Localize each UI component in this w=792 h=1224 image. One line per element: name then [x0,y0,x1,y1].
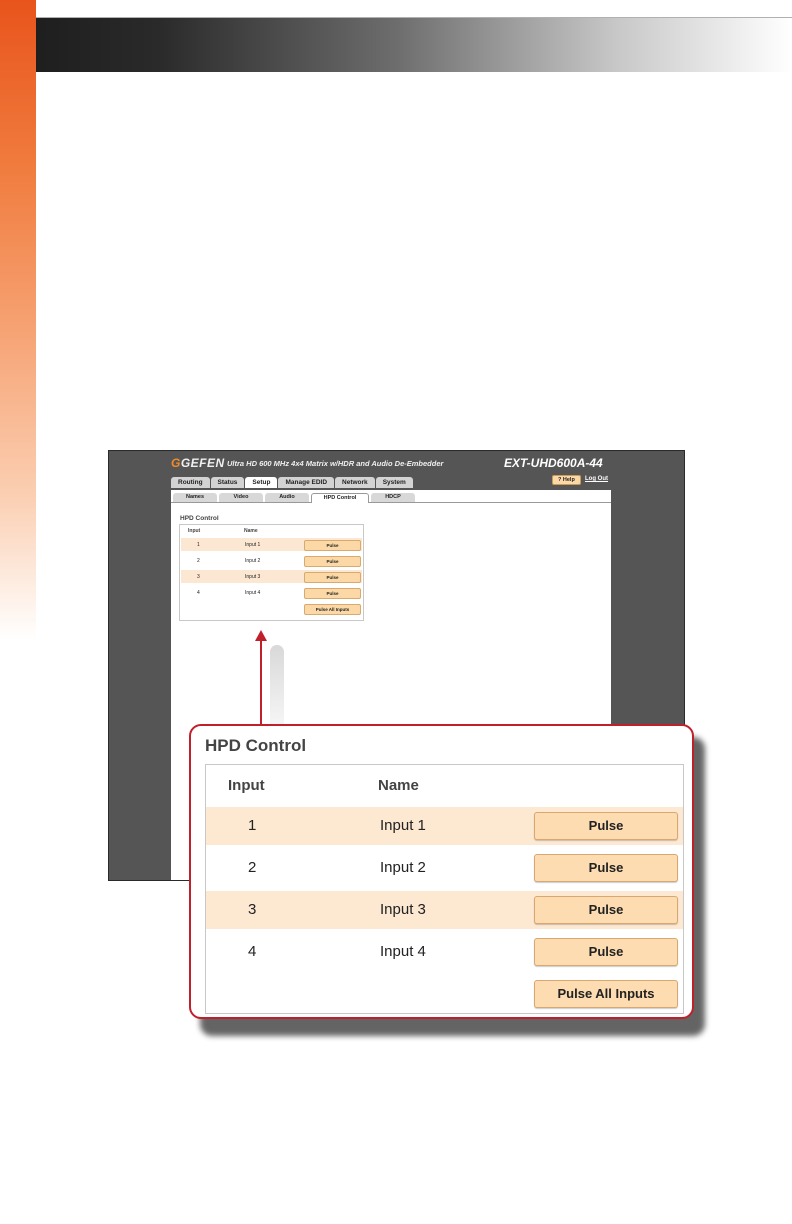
tab-system[interactable]: System [375,477,413,488]
tab-network[interactable]: Network [335,477,375,488]
pulse-all-button[interactable]: Pulse All Inputs [534,980,678,1008]
input-number: 1 [197,542,200,548]
input-name: Input 3 [380,901,426,918]
input-number: 4 [197,590,200,596]
column-header-input: Input [188,528,201,534]
input-name: Input 4 [380,943,426,960]
product-subtitle: Ultra HD 600 MHz 4x4 Matrix w/HDR and Au… [227,459,444,468]
pointer-arrow-head [255,630,267,641]
logo-mark: G [171,456,181,470]
input-name: Input 4 [245,590,261,596]
gefen-logo: GGEFEN [171,456,225,470]
page-header-band [0,18,792,72]
logout-link[interactable]: Log Out [585,476,608,482]
pulse-button[interactable]: Pulse [534,854,678,882]
column-header-name: Name [244,528,258,534]
input-name: Input 1 [380,817,426,834]
table-row: 4 Input 4 Pulse [181,586,362,599]
pulse-button[interactable]: Pulse [534,896,678,924]
input-number: 3 [197,574,200,580]
input-number: 2 [197,558,200,564]
input-name: Input 2 [380,859,426,876]
tab-status[interactable]: Status [210,477,245,488]
hpd-control-table-small: Input Name 1 Input 1 Pulse 2 Input 2 Pul… [179,524,364,621]
subtab-audio[interactable]: Audio [265,493,309,502]
table-row: Pulse All Inputs [181,602,362,615]
pointer-glow [270,645,284,730]
table-row: 1 Input 1 Pulse [181,538,362,551]
subtab-names[interactable]: Names [173,493,217,502]
input-number: 4 [248,943,257,960]
subtab-video[interactable]: Video [219,493,263,502]
table-row: 2 Input 2 Pulse [206,849,683,887]
input-number: 3 [248,901,257,918]
pulse-button[interactable]: Pulse [304,588,361,599]
pulse-button[interactable]: Pulse [534,938,678,966]
pulse-button[interactable]: Pulse [304,540,361,551]
hpd-control-table: Input Name 1 Input 1 Pulse 2 Input 2 Pul… [205,764,684,1014]
logo-text: GEFEN [180,456,225,470]
pulse-button[interactable]: Pulse [304,556,361,567]
table-row: 3 Input 3 Pulse [206,891,683,929]
input-name: Input 1 [245,542,261,548]
table-row: Pulse All Inputs [206,975,683,1013]
pulse-button[interactable]: Pulse [534,812,678,840]
app-header: GGEFEN Ultra HD 600 MHz 4x4 Matrix w/HDR… [109,451,684,475]
hpd-control-title: HPD Control [180,515,219,522]
setup-subtabs: Names Video Audio HPD Control HDCP [171,493,611,503]
side-color-strip [0,0,36,640]
input-number: 1 [248,817,257,834]
column-header-name: Name [378,777,419,794]
main-tabs: Routing Status Setup Manage EDID Network… [171,477,413,488]
subtab-hpd-control[interactable]: HPD Control [311,493,369,503]
input-number: 2 [248,859,257,876]
input-name: Input 3 [245,574,261,580]
tab-routing[interactable]: Routing [171,477,210,488]
pulse-all-button[interactable]: Pulse All Inputs [304,604,361,615]
tab-setup[interactable]: Setup [245,477,278,488]
callout-title: HPD Control [205,736,307,755]
subtab-hdcp[interactable]: HDCP [371,493,415,502]
table-row: 1 Input 1 Pulse [206,807,683,845]
table-row: 3 Input 3 Pulse [181,570,362,583]
zoom-callout: HPD Control Input Name 1 Input 1 Pulse 2… [189,724,694,1019]
table-row: 4 Input 4 Pulse [206,933,683,971]
input-name: Input 2 [245,558,261,564]
tab-manage-edid[interactable]: Manage EDID [278,477,335,488]
table-row: 2 Input 2 Pulse [181,554,362,567]
pointer-arrow-line [260,640,262,730]
pulse-button[interactable]: Pulse [304,572,361,583]
help-button[interactable]: ? Help [552,475,581,485]
column-header-input: Input [228,777,265,794]
model-number: EXT-UHD600A-44 [504,456,603,470]
